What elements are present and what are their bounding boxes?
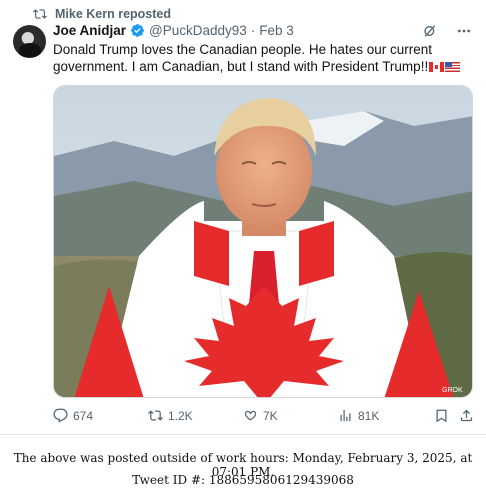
tweet-body: Donald Trump loves the Canadian people. … [53,42,432,74]
view-count: 81K [358,408,380,423]
views-bar-chart-icon [340,409,351,422]
share-icon [460,409,473,422]
post-date[interactable]: Feb 3 [259,23,294,38]
grok-icon[interactable] [422,23,438,39]
repost-button[interactable]: 1.2K [148,408,193,423]
views-button[interactable]: 81K [338,408,379,423]
reply-button[interactable]: 674 [53,408,93,423]
author-avatar[interactable] [13,25,46,58]
canada-flag-portrait-image: GROK [54,86,472,397]
bookmark-button[interactable] [434,408,449,423]
archive-footer: The above was posted outside of work hou… [0,434,486,500]
tweet-header: Joe Anidjar @PuckDaddy93 · Feb 3 [53,23,294,38]
heart-icon [244,410,257,421]
author-name[interactable]: Joe Anidjar [53,23,126,38]
media-watermark: GROK [442,387,463,394]
repost-indicator: Mike Kern reposted [33,7,171,21]
author-handle[interactable]: @PuckDaddy93 [149,23,247,38]
tweet-text: Donald Trump loves the Canadian people. … [53,41,473,75]
verified-badge-icon[interactable] [130,23,145,38]
repost-icon [33,9,47,19]
engagement-bar: 674 1.2K 7K 81K [53,408,473,426]
tweet-id-note: Tweet ID #: 1886595806129439068 [132,473,354,487]
bookmark-icon [436,409,447,423]
us-flag-icon [445,62,461,72]
tweet-image[interactable]: GROK [53,85,473,398]
tweet-card[interactable]: Mike Kern reposted Joe Anidjar @PuckDadd… [0,0,486,434]
header-actions [422,23,472,39]
reply-count: 674 [73,408,94,423]
separator-dot: · [250,23,256,38]
reply-icon [53,408,68,423]
more-options-icon[interactable] [456,23,472,39]
share-button[interactable] [459,408,474,423]
repost-action-icon [148,410,163,421]
repost-label[interactable]: Mike Kern reposted [55,7,171,21]
canada-flag-icon [429,62,445,72]
like-count: 7K [263,408,278,423]
like-button[interactable]: 7K [243,408,278,423]
repost-count: 1.2K [168,408,193,423]
